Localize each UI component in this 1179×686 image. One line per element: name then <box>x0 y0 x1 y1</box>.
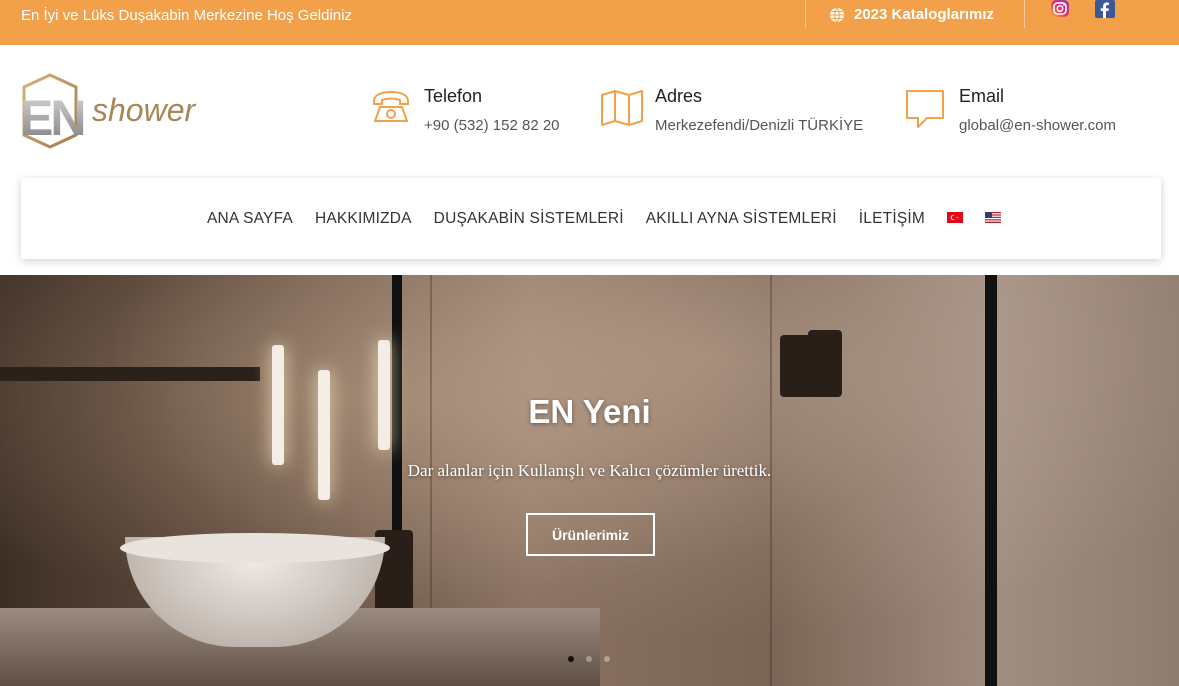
products-button[interactable]: Ürünlerimiz <box>526 513 655 556</box>
contact-address: Adres Merkezefendi/Denizli TÜRKİYE <box>599 85 863 134</box>
sink-rim <box>120 533 390 563</box>
slider-dot[interactable] <box>604 656 610 662</box>
slider-dot[interactable] <box>586 656 592 662</box>
instagram-icon[interactable] <box>1050 0 1070 18</box>
hero-slider: EN Yeni Dar alanlar için Kullanışlı ve K… <box>0 275 1179 686</box>
site-logo[interactable]: EN shower <box>20 73 230 151</box>
divider <box>805 0 806 28</box>
phone-number[interactable]: +90 (532) 152 82 20 <box>424 117 560 134</box>
contact-email: Email global@en-shower.com <box>903 85 1116 134</box>
wall-shelf <box>0 367 260 381</box>
hero-title: EN Yeni <box>528 393 651 430</box>
nav-item-contact[interactable]: İLETİŞİM <box>859 210 925 228</box>
slider-dots <box>568 656 610 662</box>
phone-icon <box>373 90 409 122</box>
language-en[interactable] <box>984 210 1001 228</box>
contact-title: Adres <box>655 86 703 106</box>
contact-title: Email <box>959 86 1005 106</box>
nav-item-home[interactable]: ANA SAYFA <box>207 210 293 228</box>
top-bar: En İyi ve Lüks Duşakabin Merkezine Hoş G… <box>0 0 1179 45</box>
divider <box>1024 0 1025 28</box>
main-nav: ANA SAYFA HAKKIMIZDA DUŞAKABİN SİSTEMLER… <box>21 178 1161 259</box>
contact-title: Telefon <box>424 86 483 106</box>
facebook-icon[interactable] <box>1095 0 1115 18</box>
chat-icon <box>906 90 944 128</box>
nav-item-smart-mirror[interactable]: AKILLI AYNA SİSTEMLERİ <box>646 210 837 228</box>
welcome-text: En İyi ve Lüks Duşakabin Merkezine Hoş G… <box>21 7 352 24</box>
bottle <box>808 330 842 397</box>
contact-phone: Telefon +90 (532) 152 82 20 <box>368 85 560 134</box>
usa-flag-icon <box>984 212 1001 223</box>
language-tr[interactable] <box>946 210 963 228</box>
turkey-flag-icon <box>946 212 963 223</box>
hero-subtitle: Dar alanlar için Kullanışlı ve Kalıcı çö… <box>407 461 772 480</box>
slider-dot[interactable] <box>568 656 574 662</box>
globe-icon <box>830 7 844 22</box>
nav-item-shower-systems[interactable]: DUŞAKABİN SİSTEMLERİ <box>434 210 624 228</box>
catalog-label: 2023 Kataloglarımız <box>854 6 995 23</box>
email-link[interactable]: global@en-shower.com <box>959 117 1116 134</box>
address-text: Merkezefendi/Denizli TÜRKİYE <box>655 117 864 134</box>
logo-en-text: EN <box>20 90 83 146</box>
logo-shower-text: shower <box>92 92 197 128</box>
catalog-link[interactable]: 2023 Kataloglarımız <box>829 6 994 23</box>
nav-item-about[interactable]: HAKKIMIZDA <box>315 210 412 228</box>
map-icon <box>601 90 643 126</box>
